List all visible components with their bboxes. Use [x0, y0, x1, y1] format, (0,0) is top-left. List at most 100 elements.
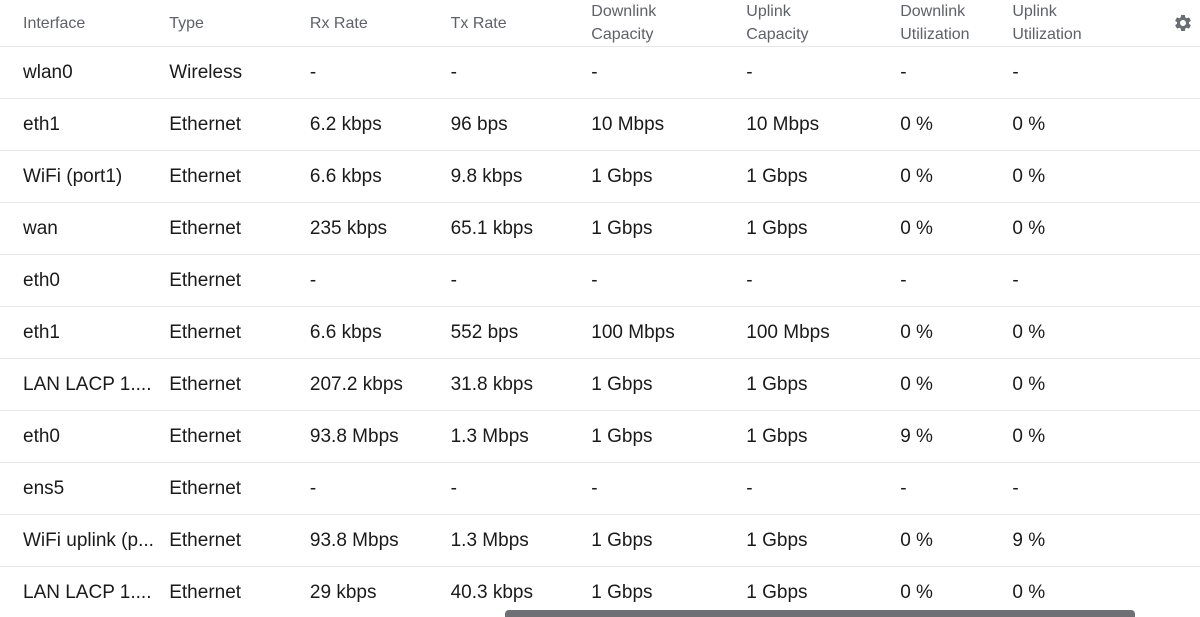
column-header-tx-rate[interactable]: Tx Rate [450, 0, 592, 47]
cell-rx-rate: - [309, 46, 451, 99]
cell-downlink-utilization: - [900, 462, 1013, 515]
table-row[interactable]: LAN LACP 1.... Ethernet 207.2 kbps 31.8 kbp… [0, 358, 1200, 411]
column-header-uplink-utilization[interactable]: Uplink Utilization [1012, 0, 1166, 47]
cell-interface: wlan0 [0, 46, 170, 99]
table-row[interactable]: eth0 Ethernet - - - - - - [0, 254, 1200, 307]
cell-interface: eth1 [0, 98, 170, 151]
cell-rx-rate: 6.6 kbps [309, 306, 451, 359]
cell-interface: LAN LACP 1.... [0, 566, 170, 617]
cell-downlink-capacity: - [591, 46, 747, 99]
cell-downlink-capacity: 1 Gbps [591, 514, 747, 567]
cell-spacer [1165, 46, 1200, 99]
cell-uplink-utilization: 0 % [1012, 98, 1166, 151]
table-row[interactable]: WiFi uplink (p... Ethernet 93.8 Mbps 1.3 Mb… [0, 514, 1200, 567]
column-header-rx-rate[interactable]: Rx Rate [309, 0, 451, 47]
cell-downlink-capacity: 1 Gbps [591, 410, 747, 463]
cell-tx-rate: - [450, 254, 592, 307]
header-label-line1: Uplink [746, 3, 791, 20]
gear-icon[interactable] [1173, 13, 1193, 33]
cell-spacer [1165, 358, 1200, 411]
table-row[interactable]: ens5 Ethernet - - - - - - [0, 462, 1200, 515]
cell-downlink-capacity: - [591, 462, 747, 515]
cell-uplink-utilization: - [1012, 254, 1166, 307]
cell-downlink-capacity: 100 Mbps [591, 306, 747, 359]
cell-type: Ethernet [169, 358, 310, 411]
cell-downlink-utilization: - [900, 254, 1013, 307]
table-row[interactable]: wan Ethernet 235 kbps 65.1 kbps 1 Gbps 1 Gbps… [0, 202, 1200, 255]
column-header-downlink-capacity[interactable]: Downlink Capacity [591, 0, 747, 47]
table-row[interactable]: eth1 Ethernet 6.2 kbps 96 bps 10 Mbps 10 Mbps… [0, 98, 1200, 151]
cell-spacer [1165, 202, 1200, 255]
cell-interface: WiFi uplink (p... [0, 514, 170, 567]
cell-downlink-capacity: 10 Mbps [591, 98, 747, 151]
column-header-type[interactable]: Type [169, 0, 310, 47]
cell-uplink-capacity: 1 Gbps [746, 202, 901, 255]
cell-uplink-capacity: - [746, 254, 901, 307]
cell-type: Ethernet [169, 254, 310, 307]
cell-downlink-utilization: 0 % [900, 306, 1013, 359]
cell-downlink-capacity: - [591, 254, 747, 307]
cell-uplink-capacity: 10 Mbps [746, 98, 901, 151]
cell-downlink-utilization: 0 % [900, 98, 1013, 151]
header-label-line1: Downlink [591, 3, 657, 20]
cell-tx-rate: - [450, 46, 592, 99]
header-label-line1: Downlink [900, 3, 966, 20]
horizontal-scrollbar[interactable] [505, 610, 1135, 617]
cell-downlink-capacity: 1 Gbps [591, 202, 747, 255]
cell-downlink-utilization: 0 % [900, 514, 1013, 567]
cell-type: Ethernet [169, 306, 310, 359]
cell-spacer [1165, 462, 1200, 515]
cell-rx-rate: - [309, 254, 451, 307]
cell-uplink-utilization: 0 % [1012, 358, 1166, 411]
cell-rx-rate: 207.2 kbps [309, 358, 451, 411]
cell-downlink-capacity: 1 Gbps [591, 358, 747, 411]
cell-type: Wireless [169, 46, 310, 99]
cell-spacer [1165, 150, 1200, 203]
cell-tx-rate: 96 bps [450, 98, 592, 151]
cell-spacer [1165, 98, 1200, 151]
header-label: Tx Rate [450, 14, 507, 32]
cell-interface: wan [0, 202, 170, 255]
cell-interface: ens5 [0, 462, 170, 515]
interfaces-table-container: Interface Type Rx Rate Tx Rate Downlink … [0, 0, 1200, 617]
cell-uplink-capacity: 1 Gbps [746, 150, 901, 203]
cell-spacer [1165, 514, 1200, 567]
table-row[interactable]: wlan0 Wireless - - - - - - [0, 46, 1200, 99]
cell-spacer [1165, 566, 1200, 617]
cell-type: Ethernet [169, 514, 310, 567]
column-header-interface[interactable]: Interface [0, 0, 170, 47]
header-row: Interface Type Rx Rate Tx Rate Downlink … [0, 0, 1200, 47]
cell-rx-rate: 93.8 Mbps [309, 410, 451, 463]
header-label-line2: Utilization [1012, 26, 1082, 43]
cell-interface: eth0 [0, 410, 170, 463]
table-row[interactable]: WiFi (port1) Ethernet 6.6 kbps 9.8 kbps 1 Gb… [0, 150, 1200, 203]
cell-spacer [1165, 254, 1200, 307]
cell-tx-rate: 65.1 kbps [450, 202, 592, 255]
cell-uplink-capacity: 1 Gbps [746, 358, 901, 411]
cell-uplink-utilization: 0 % [1012, 202, 1166, 255]
cell-rx-rate: 6.6 kbps [309, 150, 451, 203]
table-row[interactable]: eth0 Ethernet 93.8 Mbps 1.3 Mbps 1 Gbps 1 Gbp… [0, 410, 1200, 463]
cell-type: Ethernet [169, 462, 310, 515]
cell-uplink-utilization: 0 % [1012, 410, 1166, 463]
cell-uplink-capacity: - [746, 46, 901, 99]
cell-uplink-capacity: 1 Gbps [746, 410, 901, 463]
column-header-uplink-capacity[interactable]: Uplink Capacity [746, 0, 901, 47]
cell-uplink-capacity: 100 Mbps [746, 306, 901, 359]
cell-type: Ethernet [169, 410, 310, 463]
cell-downlink-utilization: 0 % [900, 358, 1013, 411]
cell-tx-rate: 31.8 kbps [450, 358, 592, 411]
cell-type: Ethernet [169, 202, 310, 255]
cell-uplink-utilization: 0 % [1012, 306, 1166, 359]
table-header: Interface Type Rx Rate Tx Rate Downlink … [0, 0, 1200, 47]
cell-downlink-capacity: 1 Gbps [591, 150, 747, 203]
cell-uplink-utilization: - [1012, 46, 1166, 99]
header-label-line2: Capacity [591, 26, 654, 43]
table-row[interactable]: eth1 Ethernet 6.6 kbps 552 bps 100 Mbps 100 M… [0, 306, 1200, 359]
cell-interface: WiFi (port1) [0, 150, 170, 203]
cell-downlink-utilization: 0 % [900, 202, 1013, 255]
header-label-line1: Uplink [1012, 3, 1057, 20]
cell-tx-rate: - [450, 462, 592, 515]
column-header-downlink-utilization[interactable]: Downlink Utilization [900, 0, 1013, 47]
cell-rx-rate: 235 kbps [309, 202, 451, 255]
